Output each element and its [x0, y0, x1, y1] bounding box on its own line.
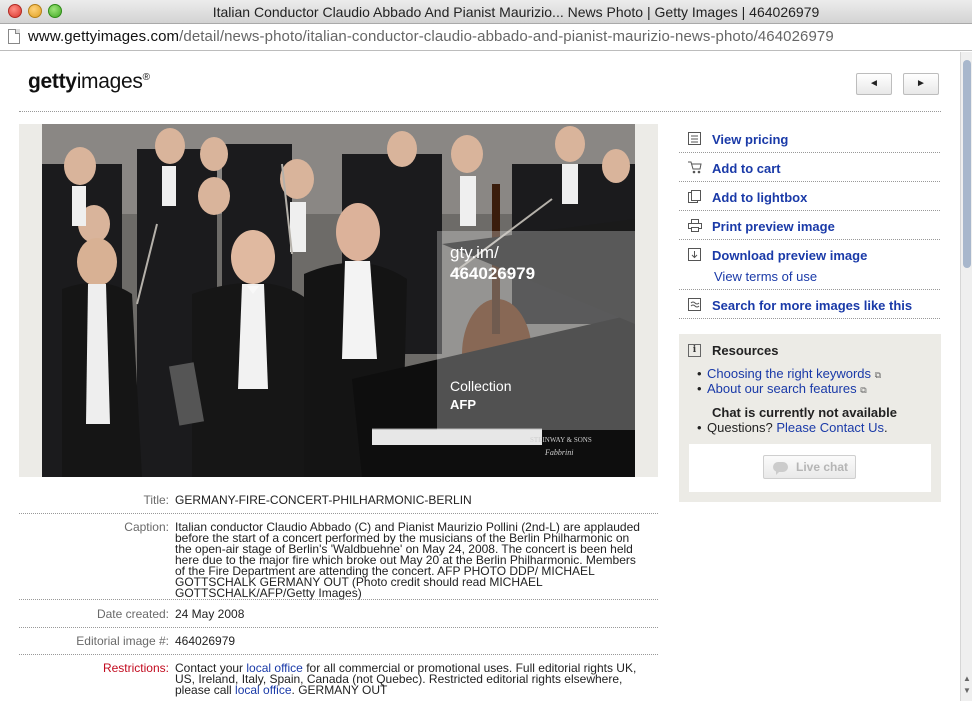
- detail-row-date: Date created: 24 May 2008: [19, 607, 658, 628]
- detail-row-editorial: Editorial image #: 464026979: [19, 634, 658, 655]
- previous-image-button[interactable]: ◄: [856, 73, 892, 95]
- printer-icon: [688, 219, 702, 232]
- list-item: Choosing the right keywords ⧉: [697, 367, 881, 382]
- page-icon: [8, 29, 20, 44]
- view-terms-link[interactable]: View terms of use: [714, 269, 817, 284]
- next-image-button[interactable]: ►: [903, 73, 939, 95]
- date-created-label: Date created:: [96, 607, 169, 621]
- photo-frame: STEINWAY & SONS Fabbrini gty.im/ 4640269…: [19, 124, 658, 477]
- watermark-id: 464026979: [450, 264, 536, 283]
- print-preview-link[interactable]: Print preview image: [712, 219, 835, 234]
- editorial-number-label: Editorial image #:: [76, 634, 169, 648]
- choosing-keywords-link[interactable]: Choosing the right keywords: [707, 366, 871, 381]
- price-list-icon: [688, 132, 701, 145]
- chat-list: Questions? Please Contact Us.: [697, 420, 888, 435]
- watermark-collection: Collection: [450, 378, 512, 394]
- add-to-lightbox-link[interactable]: Add to lightbox: [712, 190, 807, 205]
- download-icon: [688, 248, 701, 261]
- list-item: About our search features ⧉: [697, 382, 881, 397]
- url-path: /detail/news-photo/italian-conductor-cla…: [179, 28, 834, 45]
- piano-dealer-text: Fabbrini: [544, 448, 573, 457]
- resources-links: Choosing the right keywords ⧉ About our …: [697, 367, 881, 397]
- gettyimages-logo[interactable]: gettyimages®: [28, 70, 150, 94]
- caption-label: Caption:: [124, 520, 169, 534]
- url-host: www.gettyimages.com: [28, 28, 180, 45]
- resources-panel: i Resources Choosing the right keywords …: [679, 334, 941, 502]
- window-title: Italian Conductor Claudio Abbado And Pia…: [212, 4, 820, 20]
- restrictions-value: Contact your local office for all commer…: [175, 662, 645, 697]
- window-titlebar: Italian Conductor Claudio Abbado And Pia…: [0, 0, 972, 24]
- questions-text: Questions?: [707, 420, 777, 435]
- logo-bold-text: getty: [28, 70, 77, 93]
- piano-brand-text: STEINWAY & SONS: [530, 436, 592, 444]
- title-value: GERMANY-FIRE-CONCERT-PHILHARMONIC-BERLIN: [175, 493, 472, 507]
- arrow-right-icon: ►: [916, 78, 926, 89]
- url-text[interactable]: www.gettyimages.com/detail/news-photo/it…: [28, 28, 834, 45]
- editorial-number-value: 464026979: [175, 634, 236, 648]
- contact-suffix: .: [884, 420, 888, 435]
- chat-status-heading: Chat is currently not available: [712, 405, 897, 420]
- date-created-value: 24 May 2008: [175, 607, 245, 621]
- resources-title: Resources: [712, 343, 779, 358]
- add-to-cart-link[interactable]: Add to cart: [712, 161, 781, 176]
- header-divider: [19, 111, 941, 112]
- detail-row-caption: Caption: Italian conductor Claudio Abbad…: [19, 520, 658, 600]
- detail-row-title: Title: GERMANY-FIRE-CONCERT-PHILHARMONIC…: [19, 493, 658, 514]
- info-icon: i: [688, 344, 701, 357]
- external-window-icon: ⧉: [860, 385, 867, 395]
- print-preview-action[interactable]: Print preview image: [679, 211, 940, 240]
- detail-row-restrictions: Restrictions: Contact your local office …: [19, 661, 658, 701]
- search-similar-action[interactable]: Search for more images like this: [679, 290, 940, 319]
- live-chat-button[interactable]: Live chat: [763, 455, 856, 479]
- watermark-domain: gty.im/: [450, 243, 499, 262]
- cart-icon: [688, 161, 702, 174]
- view-pricing-action[interactable]: View pricing: [679, 124, 940, 153]
- contact-us-link[interactable]: Please Contact Us: [776, 420, 884, 435]
- title-label: Title:: [143, 493, 169, 507]
- watermark-agency: AFP: [450, 397, 476, 412]
- list-item: Questions? Please Contact Us.: [697, 420, 888, 435]
- restrictions-label: Restrictions:: [102, 661, 169, 675]
- download-preview-action[interactable]: Download preview image View terms of use: [679, 240, 940, 290]
- logo-registered-mark: ®: [142, 72, 150, 83]
- lightbox-icon: [688, 190, 701, 203]
- scroll-down-arrow-icon[interactable]: ▼: [963, 686, 971, 695]
- logo-light-text: images: [76, 70, 143, 93]
- search-features-link[interactable]: About our search features: [707, 381, 857, 396]
- caption-value: Italian conductor Claudio Abbado (C) and…: [175, 520, 640, 600]
- chat-bubble-icon: [773, 462, 788, 475]
- live-chat-label: Live chat: [796, 460, 849, 474]
- add-to-cart-action[interactable]: Add to cart: [679, 153, 940, 182]
- arrow-left-icon: ◄: [869, 78, 879, 89]
- news-photo[interactable]: STEINWAY & SONS Fabbrini gty.im/ 4640269…: [42, 124, 635, 477]
- restrictions-text-3: . GERMANY OUT: [291, 683, 388, 697]
- live-chat-box: Live chat: [689, 444, 931, 492]
- add-to-lightbox-action[interactable]: Add to lightbox: [679, 182, 940, 211]
- download-preview-link[interactable]: Download preview image: [712, 248, 867, 263]
- vertical-scrollbar[interactable]: ▲ ▼: [960, 52, 972, 701]
- similar-images-icon: [688, 298, 701, 311]
- photo-watermark: gty.im/ 464026979 Collection AFP: [437, 231, 635, 430]
- search-similar-link[interactable]: Search for more images like this: [712, 298, 912, 313]
- view-pricing-link[interactable]: View pricing: [712, 132, 788, 147]
- local-office-link-2[interactable]: local office: [235, 683, 291, 697]
- address-bar[interactable]: www.gettyimages.com/detail/news-photo/it…: [0, 24, 972, 51]
- external-window-icon: ⧉: [874, 370, 882, 380]
- scrollbar-thumb[interactable]: [963, 60, 971, 268]
- scroll-up-arrow-icon[interactable]: ▲: [963, 674, 971, 683]
